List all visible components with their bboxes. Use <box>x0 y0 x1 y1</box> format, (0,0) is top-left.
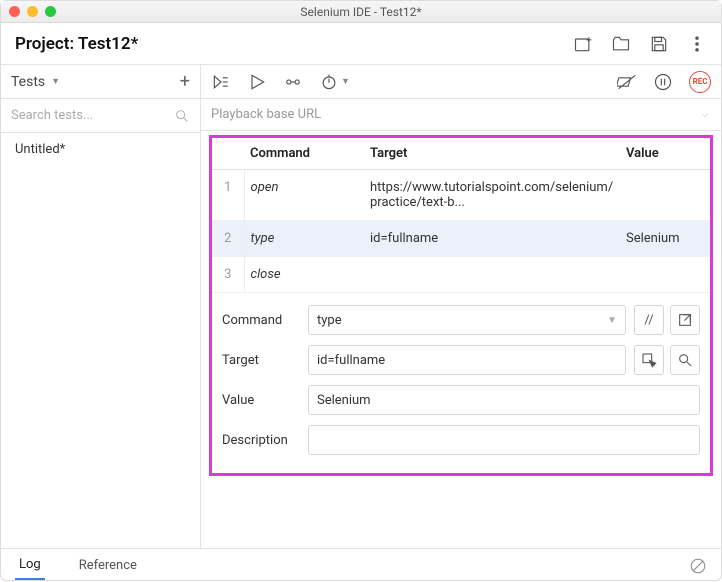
playback-toolbar: ▼ REC <box>201 65 721 99</box>
playback-url-placeholder: Playback base URL <box>211 107 321 122</box>
row-value: Selenium <box>620 221 710 257</box>
row-number: 3 <box>212 257 244 293</box>
sidebar-tab-label: Tests <box>11 74 45 90</box>
row-target: https://www.tutorialspoint.com/selenium/… <box>364 170 620 221</box>
window-title: Selenium IDE - Test12* <box>1 5 721 19</box>
row-command: open <box>244 170 364 221</box>
add-test-button[interactable]: + <box>180 71 190 92</box>
find-target-button[interactable] <box>670 345 700 375</box>
record-button[interactable]: REC <box>689 71 711 93</box>
row-command: type <box>244 221 364 257</box>
row-number: 2 <box>212 221 244 257</box>
search-input[interactable] <box>11 108 190 123</box>
row-target: id=fullname <box>364 221 620 257</box>
row-command: close <box>244 257 364 293</box>
target-input[interactable]: id=fullname <box>308 345 626 375</box>
test-sidebar: Tests ▼ + Untitled* <box>1 65 201 548</box>
more-menu-icon[interactable] <box>687 34 707 54</box>
table-row[interactable]: 1 open https://www.tutorialspoint.com/se… <box>212 170 710 221</box>
editor-label-value: Value <box>222 393 308 408</box>
editor-label-target: Target <box>222 353 308 368</box>
disable-breakpoints-icon[interactable] <box>617 72 637 92</box>
sidebar-item-test[interactable]: Untitled* <box>1 133 200 166</box>
col-target: Target <box>364 138 620 170</box>
search-icon <box>174 108 190 124</box>
row-target <box>364 257 620 293</box>
speed-icon <box>319 72 339 92</box>
playback-url-field[interactable]: Playback base URL <box>201 99 721 131</box>
editor-label-command: Command <box>222 313 308 328</box>
window-titlebar: Selenium IDE - Test12* <box>1 1 721 23</box>
command-table: Command Target Value 1 open https://www.… <box>212 138 710 293</box>
highlight-annotation: Command Target Value 1 open https://www.… <box>209 135 713 476</box>
save-project-icon[interactable] <box>649 34 669 54</box>
editor-label-description: Description <box>222 433 308 448</box>
table-row[interactable]: 2 type id=fullname Selenium <box>212 221 710 257</box>
row-value <box>620 257 710 293</box>
chevron-down-icon: ▼ <box>51 76 60 87</box>
search-tests-field[interactable] <box>1 99 200 133</box>
target-value: id=fullname <box>317 353 385 368</box>
col-command: Command <box>244 138 364 170</box>
step-over-icon[interactable] <box>283 72 303 92</box>
clear-log-icon[interactable] <box>689 557 707 575</box>
row-value <box>620 170 710 221</box>
new-project-icon[interactable] <box>573 34 593 54</box>
chevron-down-icon: ▼ <box>607 315 617 326</box>
chevron-down-icon <box>699 109 711 121</box>
run-current-icon[interactable] <box>247 72 267 92</box>
command-editor: Command type ▼ // Target <box>212 293 710 473</box>
tab-reference[interactable]: Reference <box>75 552 141 579</box>
open-project-icon[interactable] <box>611 34 631 54</box>
toggle-comment-button[interactable]: // <box>634 305 664 335</box>
tab-log[interactable]: Log <box>15 551 45 580</box>
value-input[interactable]: Selenium <box>308 385 700 415</box>
run-all-icon[interactable] <box>211 72 231 92</box>
description-input[interactable] <box>308 425 700 455</box>
project-header: Project: Test12* <box>1 23 721 65</box>
select-target-button[interactable] <box>634 345 664 375</box>
chevron-down-icon: ▼ <box>341 76 350 87</box>
row-number: 1 <box>212 170 244 221</box>
command-value: type <box>317 313 342 328</box>
pause-icon[interactable] <box>653 72 673 92</box>
speed-control[interactable]: ▼ <box>319 72 350 92</box>
col-value: Value <box>620 138 710 170</box>
project-title: Project: Test12* <box>15 34 138 54</box>
open-reference-button[interactable] <box>670 305 700 335</box>
table-row[interactable]: 3 close <box>212 257 710 293</box>
sidebar-tab-tests[interactable]: Tests ▼ <box>11 74 60 90</box>
value-value: Selenium <box>317 393 371 408</box>
command-dropdown[interactable]: type ▼ <box>308 305 626 335</box>
bottom-tabs: Log Reference <box>1 548 721 582</box>
